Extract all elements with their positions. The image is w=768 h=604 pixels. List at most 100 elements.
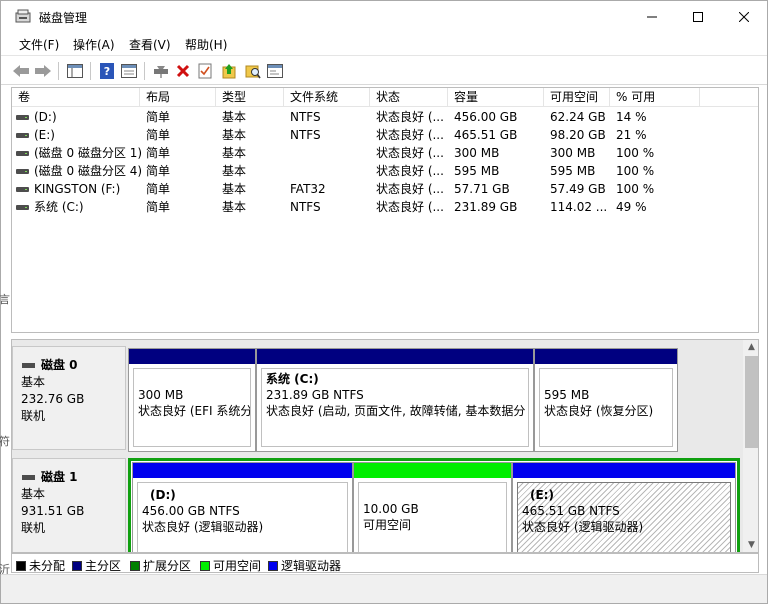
partition-efi[interactable]: 300 MB 状态良好 (EFI 系统分 (128, 348, 256, 452)
capacity-cell: 456.00 GB (454, 110, 518, 124)
volume-row[interactable]: 系统 (C:) 简单 基本 NTFS 状态良好 (... 231.89 GB 1… (12, 198, 758, 216)
scrollbar-thumb[interactable] (745, 356, 758, 448)
import-button[interactable] (219, 61, 239, 81)
drive-icon (16, 133, 29, 138)
disk-1-name: 磁盘 1 (21, 469, 125, 486)
column-header-layout[interactable]: 布局 (140, 88, 216, 107)
legend-label: 未分配 (29, 559, 66, 573)
legend-swatch (200, 560, 210, 571)
column-header-capacity[interactable]: 容量 (448, 88, 544, 107)
toolbar: ? (1, 55, 767, 85)
disk-1-type: 基本 (21, 487, 46, 501)
minimize-button[interactable] (629, 1, 675, 33)
column-header-percent-free[interactable]: % 可用 (610, 88, 700, 107)
help-button[interactable]: ? (97, 61, 117, 81)
connect-drive-button[interactable] (151, 61, 171, 81)
partition-e[interactable]: (E:) 465.51 GB NTFS 状态良好 (逻辑驱动器) (512, 462, 736, 552)
disk-1-label[interactable]: 磁盘 1 基本 931.51 GB 联机 (12, 458, 126, 552)
maximize-button[interactable] (675, 1, 721, 33)
close-button[interactable] (721, 1, 767, 33)
partition-free-body: 10.00 GB 可用空间 (358, 482, 507, 552)
back-button[interactable] (11, 61, 31, 81)
console-window-button[interactable] (265, 61, 285, 81)
free-space-cell: 62.24 GB (550, 110, 606, 124)
partition-recovery-body: 595 MB 状态良好 (恢复分区) (539, 368, 673, 447)
partition-recovery[interactable]: 595 MB 状态良好 (恢复分区) (534, 348, 678, 452)
volume-row[interactable]: KINGSTON (F:) 简单 基本 FAT32 状态良好 (... 57.7… (12, 180, 758, 198)
layout-cell: 简单 (146, 182, 171, 196)
disk-management-window: 磁盘管理 文件(F) 操作(A) 查看(V) 帮助(H) ? 言 符 沂 卷 布… (0, 0, 768, 604)
disk-0-label[interactable]: 磁盘 0 基本 232.76 GB 联机 (12, 346, 126, 450)
percent-free-cell: 100 % (616, 182, 655, 196)
legend-swatch (16, 560, 26, 571)
back-arrow-icon (13, 65, 29, 77)
status-cell: 状态良好 (... (376, 110, 444, 124)
menu-file[interactable]: 文件(F) (19, 36, 59, 53)
volume-row[interactable]: (D:) 简单 基本 NTFS 状态良好 (... 456.00 GB 62.2… (12, 108, 758, 126)
disk-0-status: 联机 (21, 409, 46, 423)
type-cell: 基本 (222, 182, 247, 196)
legend-label: 扩展分区 (143, 559, 192, 573)
filesystem-cell: NTFS (290, 200, 321, 214)
capacity-cell: 465.51 GB (454, 128, 518, 142)
partition-free-space[interactable]: 10.00 GB 可用空间 (353, 462, 512, 552)
type-cell: 基本 (222, 146, 247, 160)
column-header-free-space[interactable]: 可用空间 (544, 88, 610, 107)
disk-graphical-view[interactable]: 磁盘 0 基本 232.76 GB 联机 300 MB 状态良好 (EFI 系统… (11, 339, 759, 553)
partition-size: 456.00 GB NTFS (142, 504, 240, 518)
delete-button[interactable] (173, 61, 193, 81)
type-cell: 基本 (222, 200, 247, 214)
menu-help[interactable]: 帮助(H) (185, 36, 227, 53)
legend-extended: 扩展分区 (130, 557, 191, 574)
scroll-up-arrow-icon[interactable]: ▲ (743, 340, 758, 354)
status-cell: 状态良好 (... (376, 200, 444, 214)
volume-row[interactable]: (磁盘 0 磁盘分区 4) 简单 基本 状态良好 (... 595 MB 595… (12, 162, 758, 180)
forward-button[interactable] (33, 61, 53, 81)
menu-view[interactable]: 查看(V) (129, 36, 171, 53)
percent-free-cell: 21 % (616, 128, 647, 142)
percent-free-cell: 100 % (616, 146, 655, 160)
drive-icon (16, 187, 29, 192)
volume-row[interactable]: (E:) 简单 基本 NTFS 状态良好 (... 465.51 GB 98.2… (12, 126, 758, 144)
drive-icon (16, 205, 29, 210)
partition-efi-body: 300 MB 状态良好 (EFI 系统分 (133, 368, 251, 447)
search-folder-icon (245, 65, 261, 79)
search-button[interactable] (243, 61, 263, 81)
partition-d[interactable]: (D:) 456.00 GB NTFS 状态良好 (逻辑驱动器) (132, 462, 353, 552)
layout-cell: 简单 (146, 110, 171, 124)
free-space-bar (354, 463, 511, 478)
partition-system-c[interactable]: 系统 (C:) 231.89 GB NTFS 状态良好 (启动, 页面文件, 故… (256, 348, 534, 452)
volume-row[interactable]: (磁盘 0 磁盘分区 1) 简单 基本 状态良好 (... 300 MB 300… (12, 144, 758, 162)
scroll-down-arrow-icon[interactable]: ▼ (743, 538, 758, 552)
volume-name: KINGSTON (F:) (34, 182, 121, 196)
background-window-edge: 言 符 沂 (0, 293, 10, 576)
show-hide-console-tree-button[interactable] (65, 61, 85, 81)
partition-status: 状态良好 (恢复分区) (544, 404, 654, 418)
partition-title: 系统 (C:) (266, 372, 319, 386)
disk-0-type: 基本 (21, 375, 46, 389)
percent-free-cell: 49 % (616, 200, 647, 214)
partition-size: 300 MB (138, 388, 184, 402)
legend-unallocated: 未分配 (16, 557, 65, 574)
column-header-filesystem[interactable]: 文件系统 (284, 88, 370, 107)
column-header-type[interactable]: 类型 (216, 88, 284, 107)
menu-action[interactable]: 操作(A) (73, 36, 115, 53)
layout-cell: 简单 (146, 164, 171, 178)
volume-list-header: 卷 布局 类型 文件系统 状态 容量 可用空间 % 可用 (12, 88, 758, 107)
volume-name: (E:) (34, 128, 55, 142)
partition-system-c-body: 系统 (C:) 231.89 GB NTFS 状态良好 (启动, 页面文件, 故… (261, 368, 529, 447)
layout-cell: 简单 (146, 146, 171, 160)
drive-icon (16, 169, 29, 174)
column-header-volume[interactable]: 卷 (12, 88, 140, 107)
type-cell: 基本 (222, 110, 247, 124)
disk-view-scrollbar[interactable]: ▲ ▼ (743, 340, 758, 552)
volume-list[interactable]: 卷 布局 类型 文件系统 状态 容量 可用空间 % 可用 (D:) 简单 基本 … (11, 87, 759, 333)
percent-free-cell: 14 % (616, 110, 647, 124)
partition-size: 595 MB (544, 388, 590, 402)
check-properties-button[interactable] (195, 61, 215, 81)
type-cell: 基本 (222, 128, 247, 142)
properties-view-button[interactable] (119, 61, 139, 81)
column-header-status[interactable]: 状态 (370, 88, 448, 107)
partition-status: 状态良好 (EFI 系统分 (138, 404, 251, 418)
svg-text:?: ? (104, 65, 110, 78)
